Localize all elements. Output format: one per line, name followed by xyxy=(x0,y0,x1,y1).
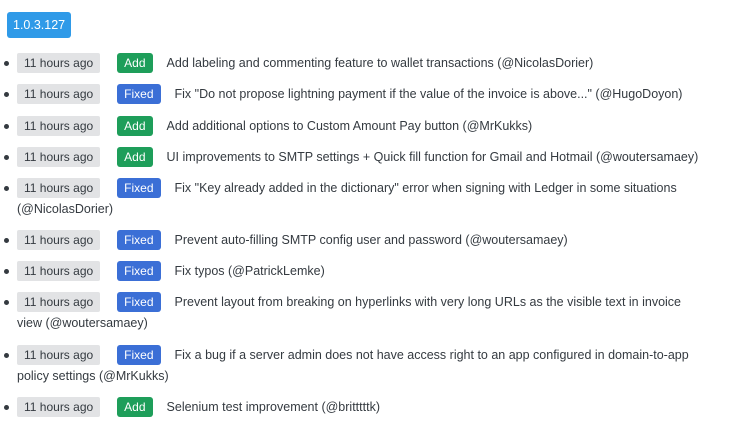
bullet-icon xyxy=(4,61,9,66)
entry-description: Fix "Key already added in the dictionary… xyxy=(17,181,677,216)
type-badge-add: Add xyxy=(117,53,153,73)
time-badge: 11 hours ago xyxy=(17,147,101,167)
entry-description: Selenium test improvement (@britttttk) xyxy=(166,400,380,414)
time-badge: 11 hours ago xyxy=(17,116,101,136)
entry-description: Add additional options to Custom Amount … xyxy=(166,119,533,133)
time-badge: 11 hours ago xyxy=(17,53,101,73)
type-badge-add: Add xyxy=(117,147,153,167)
time-badge: 11 hours ago xyxy=(17,178,101,198)
entry-description: Fix "Do not propose lightning payment if… xyxy=(174,87,683,101)
time-badge: 11 hours ago xyxy=(17,261,101,281)
changelog-entry: 11 hours ago Fixed Prevent layout from bre… xyxy=(4,292,704,334)
bullet-icon xyxy=(4,238,9,243)
bullet-icon xyxy=(4,124,9,129)
time-badge: 11 hours ago xyxy=(17,292,101,312)
type-badge-fixed: Fixed xyxy=(117,292,161,312)
type-badge-fixed: Fixed xyxy=(117,178,161,198)
bullet-icon xyxy=(4,300,9,305)
type-badge-fixed: Fixed xyxy=(117,345,161,365)
type-badge-fixed: Fixed xyxy=(117,84,161,104)
changelog-entry: 11 hours ago Fixed Fix typos (@PatrickLemk… xyxy=(4,261,704,282)
bullet-icon xyxy=(4,269,9,274)
bullet-icon xyxy=(4,405,9,410)
changelog-entry: 11 hours ago Fixed Prevent auto-filling SM… xyxy=(4,230,704,251)
changelog-entry: 11 hours ago Fixed Fix "Key already added … xyxy=(4,178,704,220)
changelog-entry: 11 hours ago Add Add additional options to… xyxy=(4,116,704,137)
type-badge-fixed: Fixed xyxy=(117,261,161,281)
time-badge: 11 hours ago xyxy=(17,397,101,417)
type-badge-add: Add xyxy=(117,397,153,417)
time-badge: 11 hours ago xyxy=(17,84,101,104)
changelog-entry: 11 hours ago Add Add labeling and commenti… xyxy=(4,53,704,74)
bullet-icon xyxy=(4,155,9,160)
time-badge: 11 hours ago xyxy=(17,230,101,250)
entry-description: Prevent auto-filling SMTP config user an… xyxy=(174,233,568,247)
time-badge: 11 hours ago xyxy=(17,345,101,365)
entry-description: Fix typos (@PatrickLemke) xyxy=(174,264,325,278)
changelog-entry: 11 hours ago Fixed Fix "Do not propose lig… xyxy=(4,84,704,105)
bullet-icon xyxy=(4,92,9,97)
type-badge-add: Add xyxy=(117,116,153,136)
changelog-entry: 11 hours ago Add UI improvements to SMTP s… xyxy=(4,147,704,168)
bullet-icon xyxy=(4,186,9,191)
entry-description: Add labeling and commenting feature to w… xyxy=(166,56,594,70)
entry-description: UI improvements to SMTP settings + Quick… xyxy=(166,150,699,164)
changelog-entry: 11 hours ago Fixed Fix a bug if a server a… xyxy=(4,345,704,387)
bullet-icon xyxy=(4,353,9,358)
version-badge: 1.0.3.127 xyxy=(7,12,72,38)
type-badge-fixed: Fixed xyxy=(117,230,161,250)
changelog-entry: 11 hours ago Add Selenium test improvement… xyxy=(4,397,704,418)
